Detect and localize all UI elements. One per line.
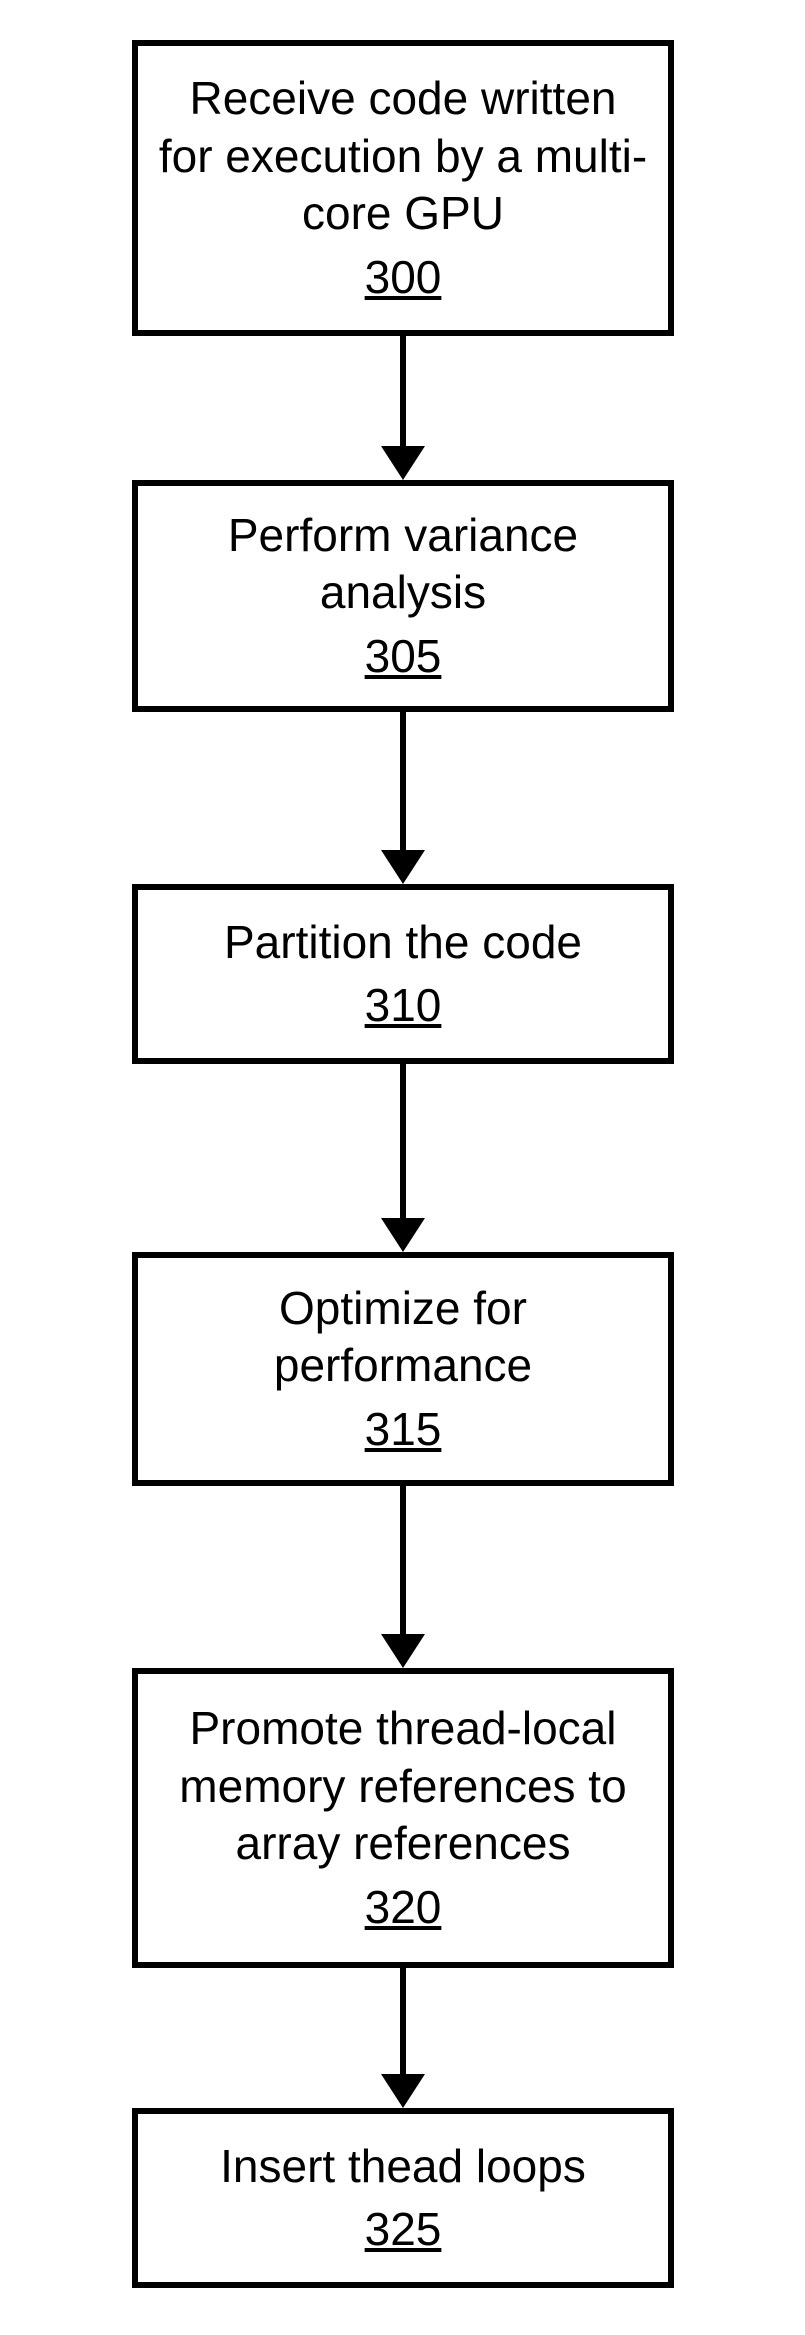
step-ref: 310: [365, 977, 442, 1035]
step-box-325: Insert thead loops 325: [132, 2108, 674, 2288]
step-ref: 325: [365, 2201, 442, 2259]
step-text: Promote thread-local memory references t…: [158, 1700, 648, 1873]
step-box-305: Perform variance analysis 305: [132, 480, 674, 712]
step-ref: 305: [365, 628, 442, 686]
step-text: Optimize for performance: [158, 1280, 648, 1395]
step-text: Partition the code: [224, 914, 582, 972]
step-text: Receive code written for execution by a …: [158, 70, 648, 243]
step-ref: 315: [365, 1401, 442, 1459]
step-text: Perform variance analysis: [158, 507, 648, 622]
arrow-icon: [373, 712, 433, 884]
step-box-320: Promote thread-local memory references t…: [132, 1668, 674, 1968]
step-box-315: Optimize for performance 315: [132, 1252, 674, 1486]
arrow-icon: [373, 1486, 433, 1668]
step-box-310: Partition the code 310: [132, 884, 674, 1064]
step-ref: 300: [365, 249, 442, 307]
step-text: Insert thead loops: [220, 2138, 586, 2196]
step-box-300: Receive code written for execution by a …: [132, 40, 674, 336]
arrow-icon: [373, 1064, 433, 1252]
arrow-icon: [373, 1968, 433, 2108]
arrow-icon: [373, 336, 433, 480]
flowchart: Receive code written for execution by a …: [0, 0, 805, 2335]
step-ref: 320: [365, 1879, 442, 1937]
